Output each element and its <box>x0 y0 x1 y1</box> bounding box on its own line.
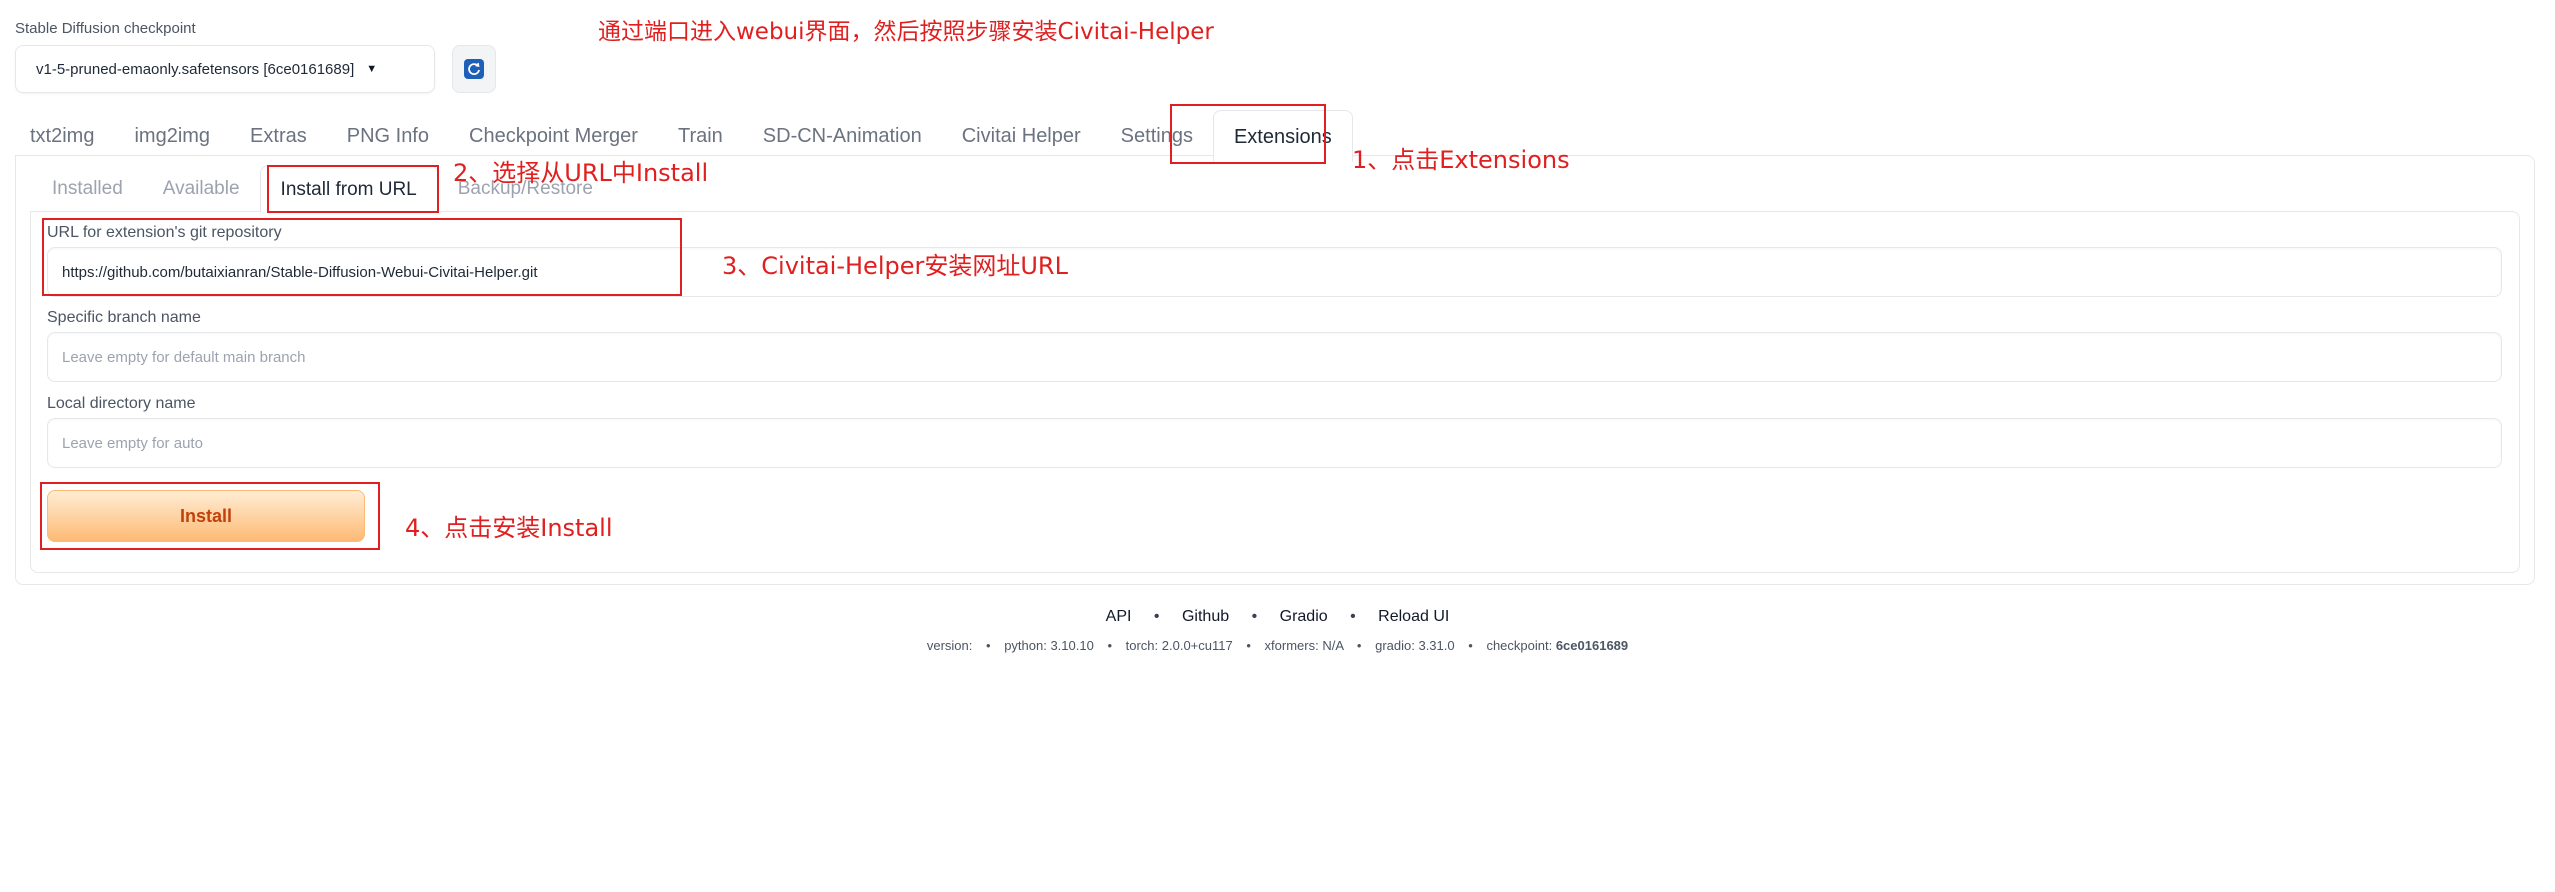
annotation-title: 通过端口进入webui界面，然后按照步骤安装Civitai-Helper <box>598 19 1214 45</box>
branch-field-label: Specific branch name <box>47 309 201 326</box>
annotation-box-install-from-url <box>267 165 439 213</box>
checkpoint-value: v1-5-pruned-emaonly.safetensors [6ce0161… <box>36 60 355 78</box>
tab-sd-cn-animation[interactable]: SD-CN-Animation <box>743 110 942 162</box>
annotation-step3: 3、Civitai-Helper安装网址URL <box>722 252 1068 280</box>
tab-txt2img[interactable]: txt2img <box>10 110 114 162</box>
footer-separator: • <box>1356 638 1362 653</box>
python-version: python: 3.10.10 <box>1004 638 1094 653</box>
footer-separator: • <box>1350 608 1356 625</box>
footer-link-reload-ui[interactable]: Reload UI <box>1378 608 1449 625</box>
footer-separator: • <box>1251 608 1258 625</box>
footer-separator: • <box>1468 638 1473 653</box>
refresh-icon <box>464 59 484 79</box>
footer-separator: • <box>1107 638 1113 653</box>
gradio-version: gradio: 3.31.0 <box>1375 638 1455 653</box>
footer-link-gradio[interactable]: Gradio <box>1280 608 1328 625</box>
branch-input[interactable] <box>47 332 2502 382</box>
footer-separator: • <box>1153 608 1160 625</box>
annotation-step4: 4、点击安装Install <box>405 514 613 542</box>
annotation-step2: 2、选择从URL中Install <box>453 159 709 187</box>
annotation-box-extensions <box>1170 104 1326 164</box>
chevron-down-icon: ▼ <box>366 63 378 75</box>
tab-png-info[interactable]: PNG Info <box>327 110 449 162</box>
tab-img2img[interactable]: img2img <box>114 110 230 162</box>
xformers-version: xformers: N/A <box>1264 638 1344 653</box>
tab-civitai-helper[interactable]: Civitai Helper <box>942 110 1101 162</box>
footer-links: API • Github • Gradio • Reload UI <box>0 608 2555 626</box>
annotation-box-url <box>42 218 682 296</box>
subtab-installed[interactable]: Installed <box>32 165 143 213</box>
checkpoint-hash: 6ce0161689 <box>1555 638 1629 653</box>
torch-version: torch: 2.0.0+cu117 <box>1125 638 1233 653</box>
annotation-step1: 1、点击Extensions <box>1352 146 1570 174</box>
footer-link-api[interactable]: API <box>1106 608 1132 625</box>
checkpoint-hash-label: checkpoint: <box>1486 638 1553 653</box>
tab-extras[interactable]: Extras <box>230 110 327 162</box>
footer-separator: • <box>1246 638 1251 653</box>
checkpoint-dropdown[interactable]: v1-5-pruned-emaonly.safetensors [6ce0161… <box>15 45 435 93</box>
version-label: version: <box>926 638 973 653</box>
subtab-available[interactable]: Available <box>143 165 260 213</box>
footer-separator: • <box>986 638 991 653</box>
footer-link-github[interactable]: Github <box>1182 608 1229 625</box>
refresh-checkpoint-button[interactable] <box>452 45 496 93</box>
footer-version-info: version: • python: 3.10.10 • torch: 2.0.… <box>0 638 2555 653</box>
checkpoint-label: Stable Diffusion checkpoint <box>15 20 196 37</box>
directory-input[interactable] <box>47 418 2502 468</box>
annotation-box-install <box>40 482 380 550</box>
directory-field-label: Local directory name <box>47 395 196 412</box>
